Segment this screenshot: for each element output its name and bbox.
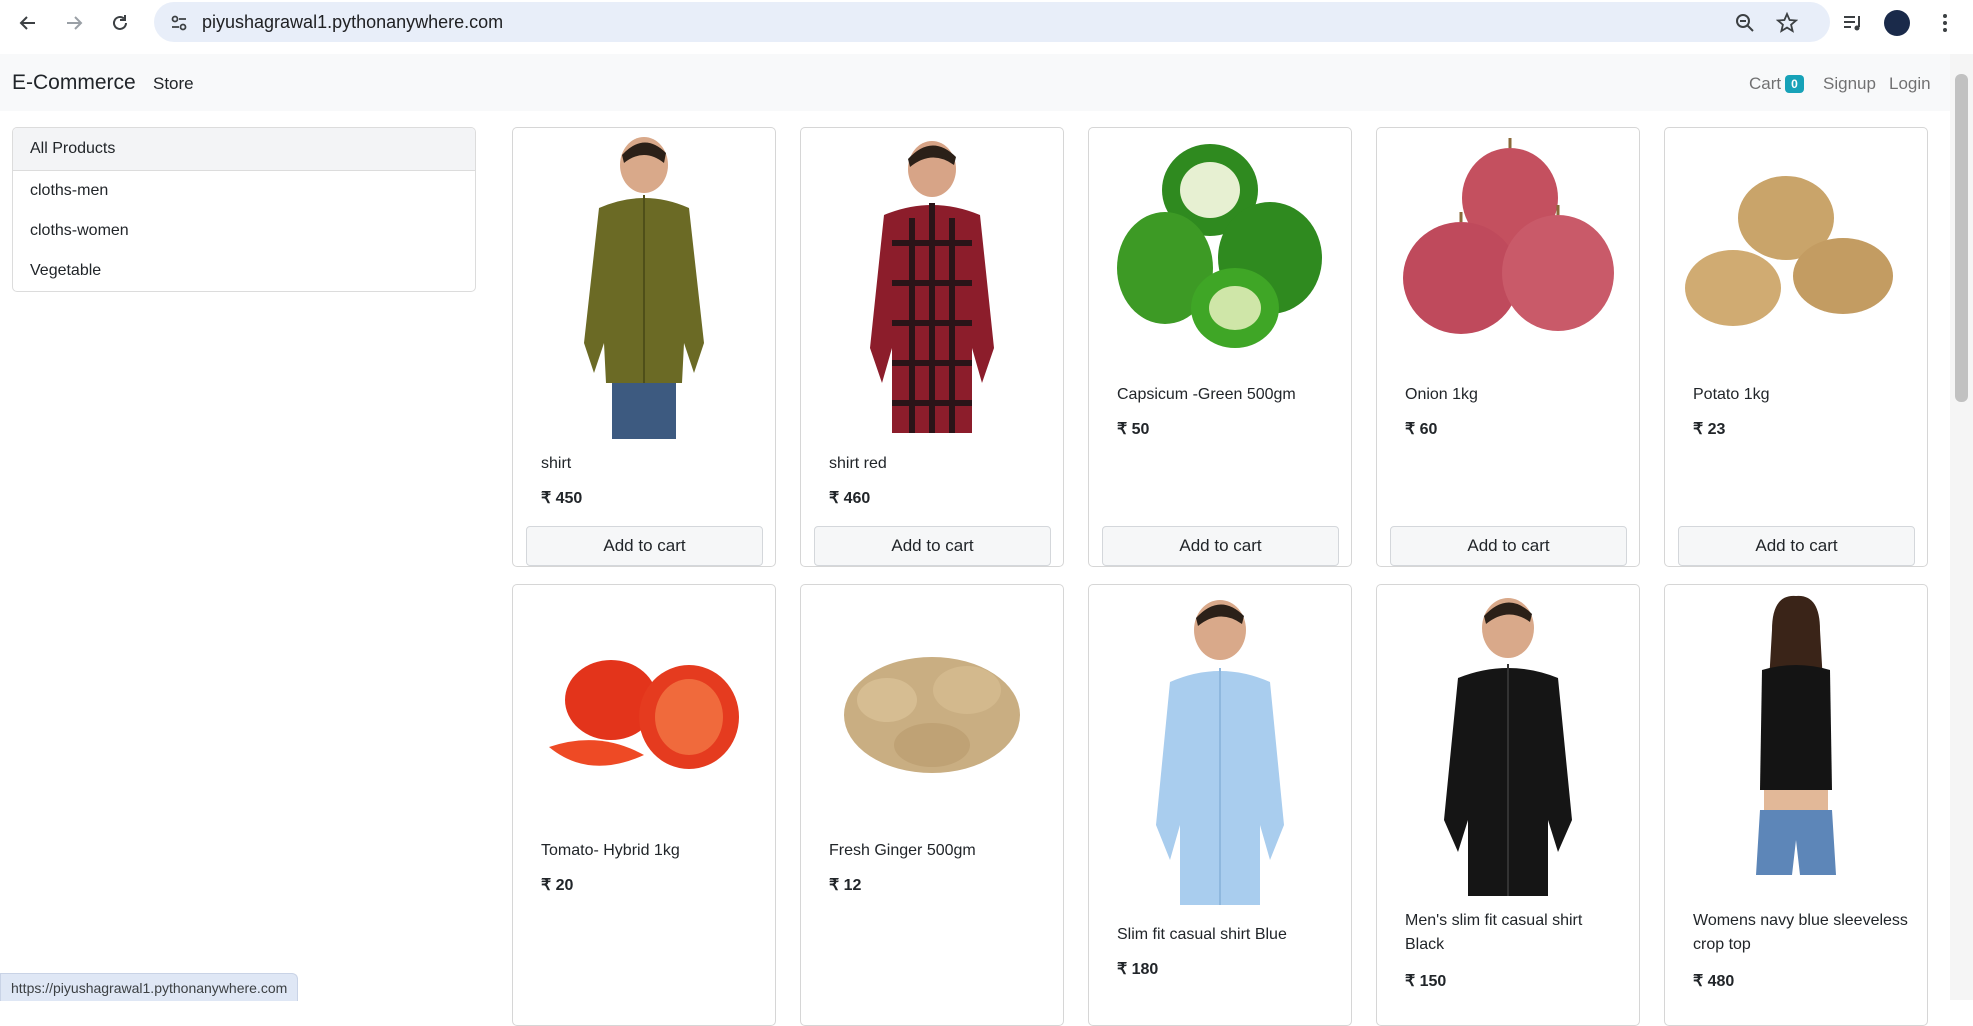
reload-icon[interactable] [104, 8, 136, 38]
add-to-cart-button[interactable]: Add to cart [814, 526, 1051, 566]
category-vegetable[interactable]: Vegetable [13, 251, 475, 291]
category-list: All Products cloths-men cloths-women Veg… [12, 127, 476, 292]
product-card: Slim fit casual shirt Blue ₹ 180 [1088, 584, 1352, 1026]
bookmark-star-icon[interactable] [1774, 10, 1800, 36]
nav-store-link[interactable]: Store [153, 74, 194, 94]
brand-link[interactable]: E-Commerce [12, 71, 136, 95]
product-card: shirt red ₹ 460 Add to cart [800, 127, 1064, 567]
profile-avatar-icon[interactable] [1882, 8, 1912, 38]
product-name[interactable]: Capsicum -Green 500gm [1117, 383, 1332, 407]
product-image-potato[interactable] [1675, 138, 1917, 360]
product-image-shirt-blue[interactable] [1099, 590, 1341, 910]
product-card: Onion 1kg ₹ 60 Add to cart [1376, 127, 1640, 567]
category-cloths-men[interactable]: cloths-men [13, 171, 475, 211]
product-image-tomato[interactable] [523, 605, 765, 827]
product-price: ₹ 60 [1405, 421, 1438, 438]
product-price: ₹ 450 [541, 490, 583, 507]
cart-label: Cart [1749, 74, 1782, 93]
product-name[interactable]: shirt [541, 452, 756, 476]
product-card: shirt ₹ 450 Add to cart [512, 127, 776, 567]
back-icon[interactable] [12, 8, 44, 38]
product-card: Men's slim fit casual shirt Black ₹ 150 [1376, 584, 1640, 1026]
product-price: ₹ 480 [1693, 973, 1735, 990]
cart-count-badge: 0 [1785, 75, 1804, 93]
product-card: Potato 1kg ₹ 23 Add to cart [1664, 127, 1928, 567]
link-status-bubble: https://piyushagrawal1.pythonanywhere.co… [0, 973, 299, 1001]
add-to-cart-button[interactable]: Add to cart [1390, 526, 1627, 566]
url-text[interactable]: piyushagrawal1.pythonanywhere.com [202, 12, 503, 33]
product-name[interactable]: Fresh Ginger 500gm [829, 839, 1044, 863]
site-navbar: E-Commerce Store Cart 0 Signup Login [0, 54, 1950, 111]
add-to-cart-button[interactable]: Add to cart [526, 526, 763, 566]
forward-icon[interactable] [58, 8, 90, 38]
scrollbar-thumb[interactable] [1955, 74, 1968, 402]
browser-toolbar: piyushagrawal1.pythonanywhere.com [0, 0, 1973, 46]
product-price: ₹ 460 [829, 490, 871, 507]
product-price: ₹ 20 [541, 877, 574, 894]
product-name[interactable]: Men's slim fit casual shirt Black [1405, 909, 1620, 957]
product-card: Fresh Ginger 500gm ₹ 12 [800, 584, 1064, 1026]
login-link[interactable]: Login [1889, 74, 1931, 94]
product-card: Tomato- Hybrid 1kg ₹ 20 [512, 584, 776, 1026]
product-name[interactable]: Onion 1kg [1405, 383, 1620, 407]
product-price: ₹ 150 [1405, 973, 1447, 990]
more-menu-icon[interactable] [1930, 8, 1960, 38]
product-image-shirt-red[interactable] [811, 133, 1053, 439]
product-price: ₹ 50 [1117, 421, 1150, 438]
product-image-shirt-black[interactable] [1387, 590, 1629, 896]
signup-link[interactable]: Signup [1823, 74, 1876, 94]
product-name[interactable]: Womens navy blue sleeveless crop top [1693, 909, 1908, 957]
product-card: Capsicum -Green 500gm ₹ 50 Add to cart [1088, 127, 1352, 567]
product-card: Womens navy blue sleeveless crop top ₹ 4… [1664, 584, 1928, 1026]
zoom-icon[interactable] [1732, 10, 1758, 36]
address-bar[interactable]: piyushagrawal1.pythonanywhere.com [154, 2, 1830, 42]
product-price: ₹ 180 [1117, 961, 1159, 978]
product-price: ₹ 12 [829, 877, 862, 894]
add-to-cart-button[interactable]: Add to cart [1102, 526, 1339, 566]
media-control-icon[interactable] [1838, 8, 1868, 38]
product-name[interactable]: Slim fit casual shirt Blue [1117, 923, 1332, 947]
site-info-icon[interactable] [166, 10, 192, 36]
cart-link[interactable]: Cart 0 [1749, 74, 1804, 94]
product-image-ginger[interactable] [811, 605, 1053, 827]
category-cloths-women[interactable]: cloths-women [13, 211, 475, 251]
product-name[interactable]: Tomato- Hybrid 1kg [541, 839, 756, 863]
category-all-products[interactable]: All Products [13, 128, 475, 171]
product-name[interactable]: shirt red [829, 452, 1044, 476]
page-scrollbar[interactable] [1950, 54, 1973, 1000]
product-image-shirt-olive[interactable] [523, 133, 765, 439]
product-price: ₹ 23 [1693, 421, 1726, 438]
product-image-onion[interactable] [1387, 138, 1629, 360]
product-image-crop-top[interactable] [1675, 590, 1917, 896]
product-name[interactable]: Potato 1kg [1693, 383, 1908, 407]
product-image-capsicum[interactable] [1099, 138, 1341, 360]
add-to-cart-button[interactable]: Add to cart [1678, 526, 1915, 566]
